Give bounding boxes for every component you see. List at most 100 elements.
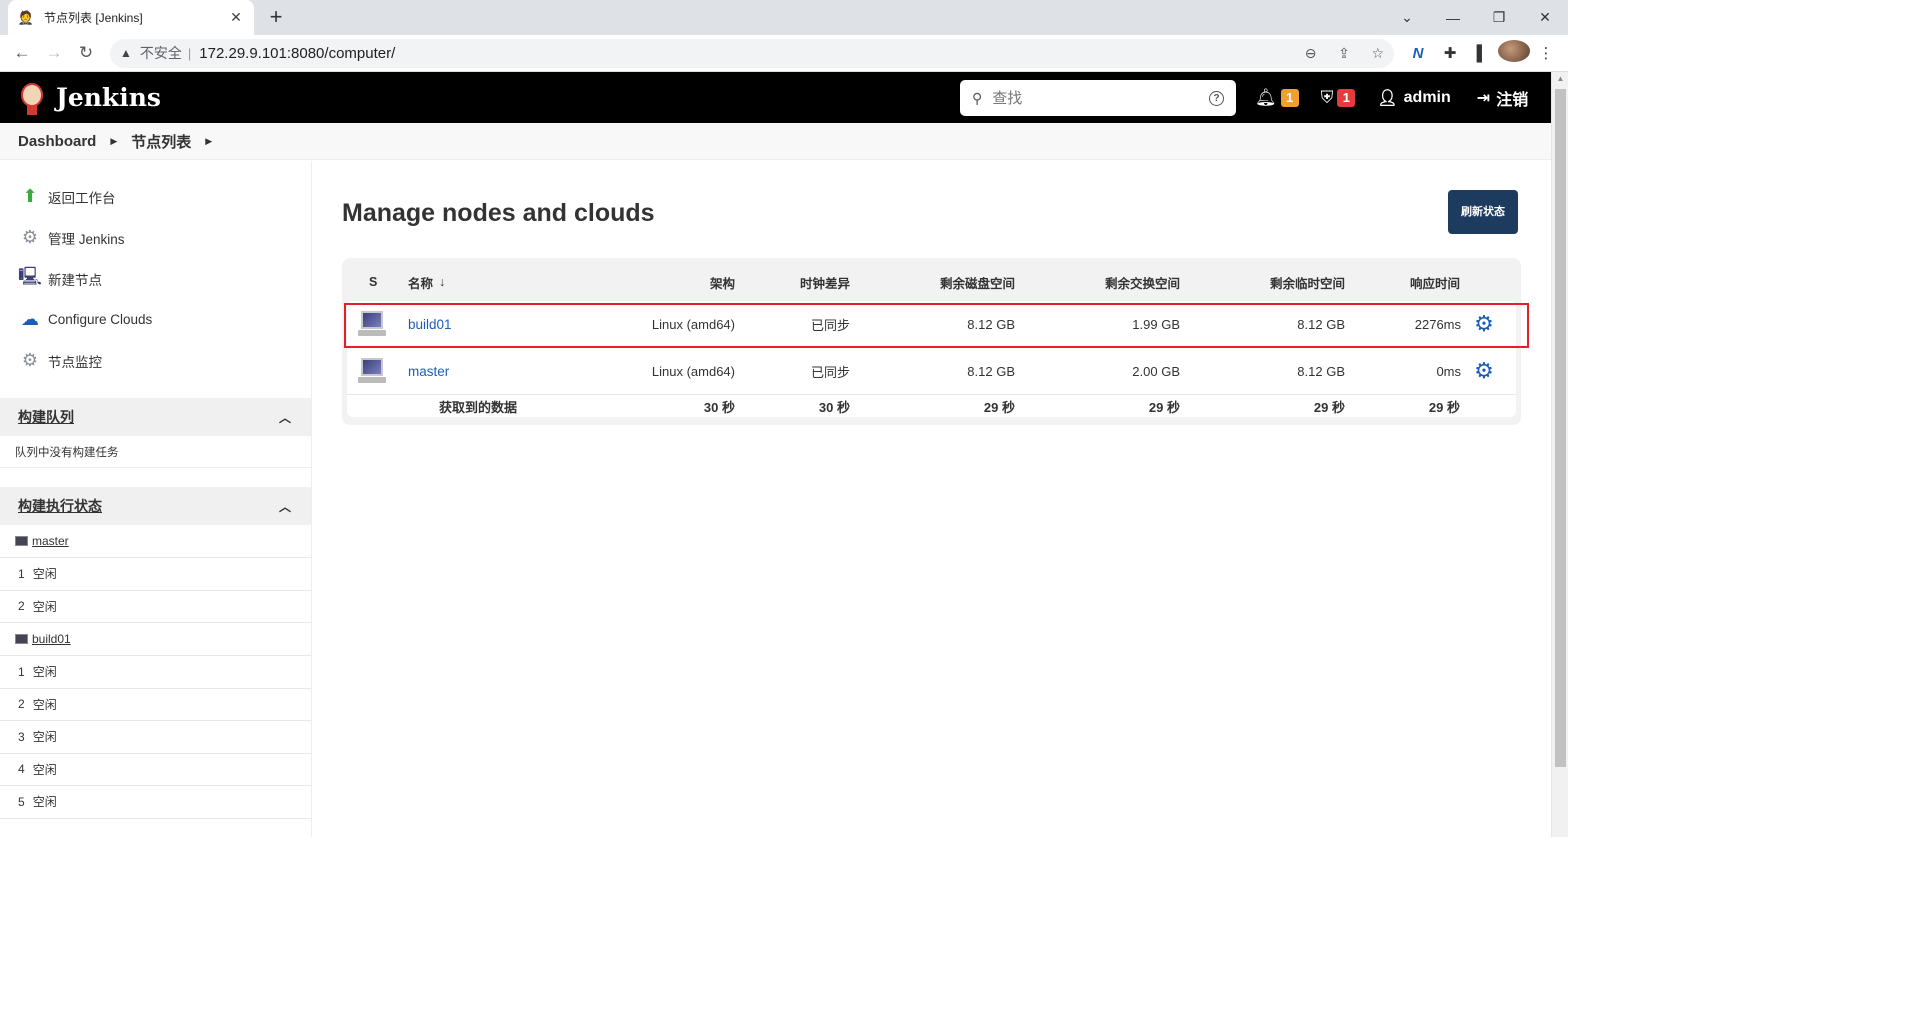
url-text[interactable]: 172.29.9.101:8080/computer/ [199, 45, 1286, 62]
configure-gear-icon[interactable]: ⚙ [1473, 358, 1495, 383]
breadcrumb-arrow-icon[interactable]: ▶ [205, 136, 212, 147]
executor-row: 1 空闲 [0, 656, 311, 689]
search-help-icon[interactable]: ? [1209, 90, 1224, 106]
reload-button[interactable]: ↻ [70, 37, 102, 69]
col-clock[interactable]: 时钟差异 [767, 263, 850, 301]
extensions-area: N ✚ ▌ ⋮ [1402, 40, 1562, 66]
build-queue-header: 构建队列 ︿ [0, 398, 311, 436]
computer-icon [15, 536, 28, 546]
breadcrumb: Dashboard ▶ 节点列表 ▶ [0, 123, 1568, 160]
breadcrumb-arrow-icon[interactable]: ▶ [110, 136, 117, 147]
footer-label: 获取到的数据 [439, 399, 518, 415]
executor-row: 4 空闲 [0, 754, 311, 786]
notifications-button[interactable]: 🔔︎ 1 [1255, 88, 1299, 108]
tab-title: 节点列表 [Jenkins] [44, 11, 143, 25]
close-window-button[interactable]: ✕ [1522, 9, 1568, 26]
minimize-button[interactable]: — [1430, 10, 1476, 26]
new-tab-button[interactable]: + [264, 5, 288, 29]
tab-search-icon[interactable]: ⌄ [1384, 9, 1430, 26]
col-response[interactable]: 响应时间 [1377, 263, 1460, 301]
jenkins-title: Jenkins [56, 83, 161, 112]
jenkins-logo-link[interactable]: Jenkins [18, 81, 161, 115]
insecure-label: 不安全 [139, 45, 182, 61]
bookmark-star-icon[interactable]: ☆ [1371, 45, 1384, 61]
page-scrollbar[interactable]: ▲ [1551, 72, 1568, 837]
forward-button[interactable]: → [38, 37, 70, 69]
sidebar-item-manage-jenkins[interactable]: ⚙ 管理 Jenkins [0, 217, 311, 258]
executor-node-build01[interactable]: build01 [0, 623, 311, 656]
table-row-master: master Linux (amd64) 已同步 8.12 GB 2.00 GB… [347, 348, 1516, 394]
cell-arch: Linux (amd64) [651, 363, 735, 379]
col-swap[interactable]: 剩余交换空间 [1052, 263, 1180, 301]
col-disk[interactable]: 剩余磁盘空间 [887, 263, 1015, 301]
cell-disk: 8.12 GB [967, 316, 1015, 332]
security-button[interactable]: ⛨ 1 [1321, 88, 1356, 108]
gear-icon: ⚙ [21, 350, 39, 370]
search-box: ⚲ ? [960, 80, 1236, 116]
cell-clock: 已同步 [810, 364, 850, 380]
collapse-chevron-icon[interactable]: ︿ [279, 498, 291, 515]
computer-new-icon: 🖳 [18, 265, 43, 286]
header-actions: 🔔︎ 1 ⛨ 1 👤︎ admin ⇥ 注销 [1255, 72, 1528, 123]
user-link[interactable]: 👤︎ admin [1377, 88, 1450, 108]
col-arch[interactable]: 架构 [647, 263, 735, 301]
node-link-build01[interactable]: build01 [408, 317, 452, 332]
footer-arch: 30 秒 [703, 399, 735, 415]
sidebar-item-new-node[interactable]: 🖳 新建节点 [0, 258, 311, 299]
url-separator: | [187, 45, 192, 61]
jenkins-favicon-icon: 🤵 [17, 9, 35, 25]
shield-icon: ⛨ [1320, 87, 1334, 107]
sidebar-item-configure-clouds[interactable]: ☁ Configure Clouds [0, 299, 311, 340]
zoom-icon[interactable]: ⊖ [1305, 45, 1317, 61]
executors-header: 构建执行状态 ︿ [0, 487, 311, 525]
restore-button[interactable]: ❐ [1476, 9, 1522, 26]
cell-response: 0ms [1436, 363, 1461, 379]
breadcrumb-nodes[interactable]: 节点列表 [131, 131, 191, 152]
computer-icon [15, 634, 28, 644]
search-input[interactable] [992, 89, 1209, 107]
extension-n-icon[interactable]: N [1402, 45, 1434, 62]
cell-swap: 2.00 GB [1132, 363, 1180, 379]
jenkins-header: Jenkins ⚲ ? 🔔︎ 1 ⛨ 1 👤︎ admin ⇥ 注销 [0, 72, 1568, 123]
table-header: S 名称 ↓ 架构 时钟差异 剩余磁盘空间 剩余交换空间 剩余临时空间 响应时间 [347, 263, 1516, 301]
main-panel: Manage nodes and clouds 刷新状态 S 名称 ↓ 架构 时… [313, 161, 1551, 837]
back-button[interactable]: ← [6, 37, 38, 69]
refresh-status-button[interactable]: 刷新状态 [1448, 190, 1518, 234]
col-name[interactable]: 名称 ↓ [408, 263, 445, 301]
address-bar[interactable]: ▲ 不安全 | 172.29.9.101:8080/computer/ ⊖ ⇪ … [110, 38, 1394, 68]
share-icon[interactable]: ⇪ [1338, 45, 1350, 61]
browser-tab[interactable]: 🤵 节点列表 [Jenkins] ✕ [8, 0, 254, 35]
logout-link[interactable]: ⇥ 注销 [1477, 86, 1528, 110]
executor-row: 2 空闲 [0, 689, 311, 721]
scrollbar-thumb[interactable] [1555, 89, 1566, 767]
executors-title[interactable]: 构建执行状态 [18, 496, 102, 516]
breadcrumb-dashboard[interactable]: Dashboard [18, 133, 96, 150]
cell-clock: 已同步 [810, 317, 850, 333]
footer-clock: 30 秒 [818, 399, 850, 415]
bell-icon: 🔔︎ [1255, 87, 1277, 107]
scroll-up-arrow-icon[interactable]: ▲ [1552, 74, 1569, 83]
col-status[interactable]: S [369, 263, 377, 301]
side-panel-icon[interactable]: ▌ [1466, 45, 1498, 62]
node-link-master[interactable]: master [408, 364, 449, 379]
sidebar-item-node-monitoring[interactable]: ⚙ 节点监控 [0, 340, 311, 381]
configure-gear-icon[interactable]: ⚙ [1473, 311, 1495, 336]
collapse-chevron-icon[interactable]: ︿ [279, 409, 291, 426]
profile-avatar[interactable] [1498, 40, 1530, 66]
build-queue-title[interactable]: 构建队列 [18, 407, 74, 427]
sidebar-item-back-to-dashboard[interactable]: ⬆ 返回工作台 [0, 176, 311, 217]
col-temp[interactable]: 剩余临时空间 [1217, 263, 1345, 301]
table-row-build01: build01 Linux (amd64) 已同步 8.12 GB 1.99 G… [347, 301, 1516, 347]
executor-node-master[interactable]: master [0, 525, 311, 558]
browser-menu-icon[interactable]: ⋮ [1530, 44, 1562, 62]
executor-row: 2 空闲 [0, 591, 311, 623]
close-tab-icon[interactable]: ✕ [228, 9, 244, 26]
queue-empty-text: 队列中没有构建任务 [0, 436, 311, 468]
footer-disk: 29 秒 [983, 399, 1015, 415]
warning-icon[interactable]: ▲ [120, 46, 132, 60]
jenkins-butler-icon [18, 81, 46, 115]
cell-temp: 8.12 GB [1297, 316, 1345, 332]
extensions-puzzle-icon[interactable]: ✚ [1434, 44, 1466, 62]
window-controls: ⌄ — ❐ ✕ [1384, 0, 1568, 35]
cell-disk: 8.12 GB [967, 363, 1015, 379]
